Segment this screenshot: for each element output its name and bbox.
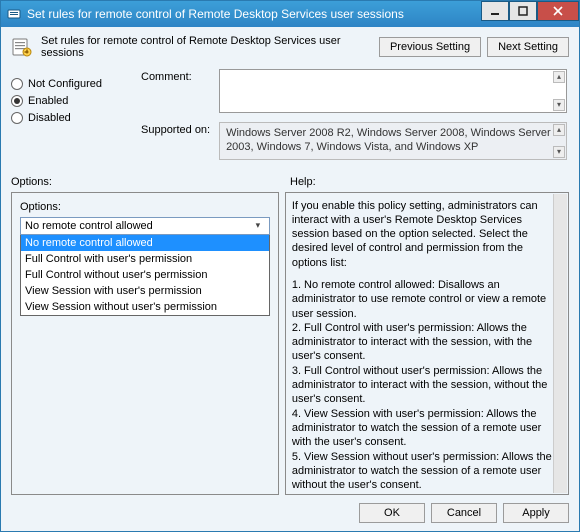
options-item[interactable]: Full Control with user's permission (21, 251, 269, 267)
radio-icon (11, 112, 23, 124)
app-icon (7, 7, 21, 21)
apply-button[interactable]: Apply (503, 503, 569, 523)
help-paragraph: 4. View Session with user's permission: … (292, 407, 552, 450)
help-heading: Help: (290, 176, 569, 188)
radio-icon (11, 78, 23, 90)
policy-title: Set rules for remote control of Remote D… (41, 35, 371, 59)
ok-button[interactable]: OK (359, 503, 425, 523)
options-item[interactable]: View Session with user's permission (21, 283, 269, 299)
state-disabled[interactable]: Disabled (11, 112, 131, 124)
options-dropdown-list: No remote control allowed Full Control w… (20, 234, 270, 316)
state-not-configured[interactable]: Not Configured (11, 78, 131, 90)
options-item[interactable]: No remote control allowed (21, 235, 269, 251)
supported-on-text: Windows Server 2008 R2, Windows Server 2… (219, 122, 567, 160)
comment-textarea[interactable]: ▴ ▾ (219, 69, 567, 113)
options-item[interactable]: View Session without user's permission (21, 299, 269, 315)
help-paragraph: 5. View Session without user's permissio… (292, 450, 552, 488)
close-button[interactable] (537, 1, 579, 21)
minimize-button[interactable] (481, 1, 509, 21)
supported-on-label: Supported on: (141, 122, 216, 136)
radio-label: Enabled (28, 95, 68, 107)
cancel-button[interactable]: Cancel (431, 503, 497, 523)
help-text: If you enable this policy setting, admin… (292, 199, 552, 489)
maximize-button[interactable] (509, 1, 537, 21)
state-enabled[interactable]: Enabled (11, 95, 131, 107)
options-field-label: Options: (20, 201, 270, 213)
radio-label: Not Configured (28, 78, 102, 90)
policy-icon (11, 36, 33, 58)
scroll-down-icon[interactable]: ▾ (553, 146, 565, 158)
window-title: Set rules for remote control of Remote D… (27, 7, 481, 21)
radio-icon (11, 95, 23, 107)
options-panel: Options: No remote control allowed ▾ No … (11, 192, 279, 496)
chevron-down-icon: ▾ (251, 220, 265, 231)
options-heading: Options: (11, 176, 290, 188)
radio-label: Disabled (28, 112, 71, 124)
help-scrollbar[interactable] (553, 194, 567, 494)
window-controls (481, 1, 579, 27)
help-paragraph: If you enable this policy setting, admin… (292, 199, 552, 270)
help-paragraph: 1. No remote control allowed: Disallows … (292, 278, 552, 321)
scroll-down-icon[interactable]: ▾ (553, 99, 565, 111)
supported-on-value: Windows Server 2008 R2, Windows Server 2… (226, 127, 551, 153)
help-paragraph: 2. Full Control with user's permission: … (292, 321, 552, 364)
next-setting-button[interactable]: Next Setting (487, 37, 569, 57)
help-paragraph: 3. Full Control without user's permissio… (292, 364, 552, 407)
title-bar: Set rules for remote control of Remote D… (1, 1, 579, 27)
help-panel: If you enable this policy setting, admin… (285, 192, 569, 496)
comment-label: Comment: (141, 69, 216, 83)
options-select-value: No remote control allowed (25, 220, 251, 232)
options-select[interactable]: No remote control allowed ▾ (20, 217, 270, 235)
previous-setting-button[interactable]: Previous Setting (379, 37, 481, 57)
scroll-up-icon[interactable]: ▴ (553, 124, 565, 136)
scroll-up-icon[interactable]: ▴ (553, 71, 565, 83)
options-item[interactable]: Full Control without user's permission (21, 267, 269, 283)
